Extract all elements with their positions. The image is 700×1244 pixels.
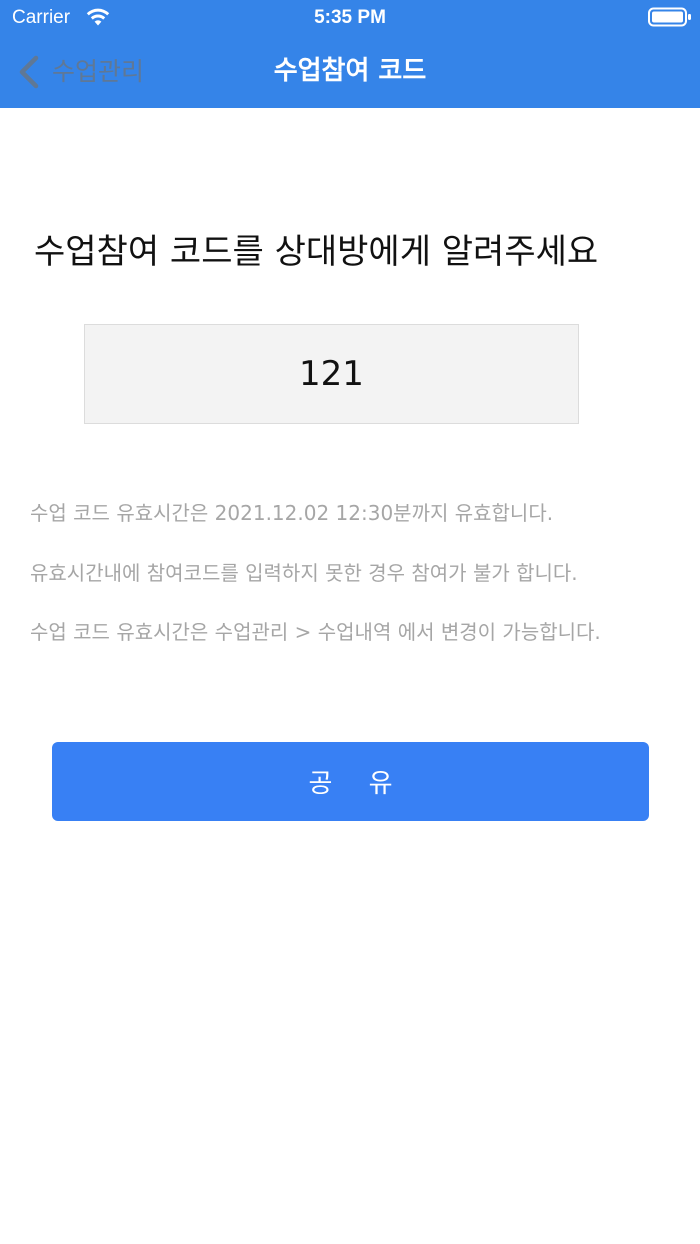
chevron-left-icon (19, 55, 39, 89)
participation-code: 121 (299, 354, 364, 394)
app-header: Carrier 5:35 PM 수업관리 수업참여 코드 (0, 0, 700, 108)
participation-code-display: 121 (84, 324, 579, 424)
share-button[interactable]: 공 유 (52, 742, 649, 821)
status-bar: Carrier 5:35 PM (0, 0, 700, 40)
notice-entry-limit: 유효시간내에 참여코드를 입력하지 못한 경우 참여가 불가 합니다. (30, 561, 578, 585)
back-label: 수업관리 (52, 57, 145, 86)
back-button[interactable]: 수업관리 (16, 50, 144, 94)
navigation-bar: 수업관리 수업참여 코드 (0, 44, 700, 104)
status-time: 5:35 PM (314, 7, 386, 28)
notice-expiry: 수업 코드 유효시간은 2021.12.02 12:30분까지 유효합니다. (30, 501, 554, 525)
battery-icon (648, 7, 691, 27)
notice-change-location: 수업 코드 유효시간은 수업관리 > 수업내역 에서 변경이 가능합니다. (30, 620, 601, 644)
instruction-heading: 수업참여 코드를 상대방에게 알려주세요 (34, 232, 599, 272)
